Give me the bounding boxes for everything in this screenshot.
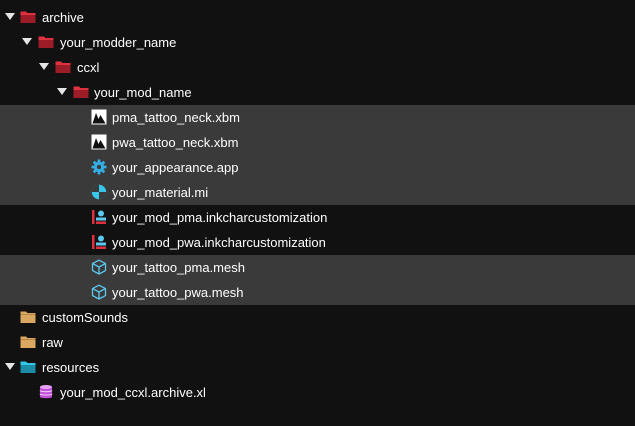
folder-open-icon [73,84,89,100]
cube-icon [91,284,107,300]
tree-item-archive-xl[interactable]: your_mod_ccxl.archive.xl [0,380,635,405]
tree-item-file[interactable]: your_tattoo_pma.mesh [0,255,635,280]
tree-item-label: your_mod_ccxl.archive.xl [60,385,206,400]
database-icon [38,384,54,400]
tree-item-file[interactable]: your_mod_pwa.inkcharcustomization [0,230,635,255]
tree-item-custom-sounds[interactable]: customSounds [0,305,635,330]
folder-open-icon [20,9,36,25]
tree-item-ccxl[interactable]: ccxl [0,55,635,80]
chevron-down-icon[interactable] [5,363,15,370]
folder-icon [20,334,36,350]
file-tree: archive your_modder_name ccxl your_mod_n… [0,0,635,426]
tree-item-label: customSounds [42,310,128,325]
tree-item-file[interactable]: your_tattoo_pwa.mesh [0,280,635,305]
tree-item-label: your_tattoo_pwa.mesh [112,285,244,300]
chevron-down-icon[interactable] [5,13,15,20]
tree-item-raw[interactable]: raw [0,330,635,355]
folder-open-icon [55,59,71,75]
tree-item-file[interactable]: your_appearance.app [0,155,635,180]
tree-item-label: ccxl [77,60,100,75]
tree-item-mod-name[interactable]: your_mod_name [0,80,635,105]
tree-item-label: your_mod_pma.inkcharcustomization [112,210,328,225]
tree-item-file[interactable]: pma_tattoo_neck.xbm [0,105,635,130]
tree-item-archive[interactable]: archive [0,5,635,30]
texture-image-icon [91,134,107,150]
tree-item-label: archive [42,10,84,25]
tree-item-label: your_mod_name [94,85,192,100]
folder-open-icon [38,34,54,50]
gear-icon [91,159,107,175]
chevron-down-icon[interactable] [22,38,32,45]
tree-item-label: your_tattoo_pma.mesh [112,260,245,275]
folder-icon [20,309,36,325]
tree-item-file[interactable]: pwa_tattoo_neck.xbm [0,130,635,155]
chevron-down-icon[interactable] [57,88,67,95]
tree-item-label: pwa_tattoo_neck.xbm [112,135,239,150]
tree-item-label: raw [42,335,63,350]
character-customization-icon [91,234,107,250]
character-customization-icon [91,209,107,225]
chevron-down-icon[interactable] [39,63,49,70]
tree-item-label: your_modder_name [60,35,177,50]
tree-item-resources[interactable]: resources [0,355,635,380]
tree-item-file[interactable]: your_mod_pma.inkcharcustomization [0,205,635,230]
tree-item-label: your_appearance.app [112,160,239,175]
tree-item-modder-name[interactable]: your_modder_name [0,30,635,55]
cube-icon [91,259,107,275]
folder-open-icon [20,359,36,375]
tree-item-file[interactable]: your_material.mi [0,180,635,205]
tree-item-label: your_mod_pwa.inkcharcustomization [112,235,326,250]
material-icon [91,184,107,200]
tree-item-label: your_material.mi [112,185,209,200]
tree-item-label: pma_tattoo_neck.xbm [112,110,240,125]
texture-image-icon [91,109,107,125]
tree-item-label: resources [42,360,100,375]
